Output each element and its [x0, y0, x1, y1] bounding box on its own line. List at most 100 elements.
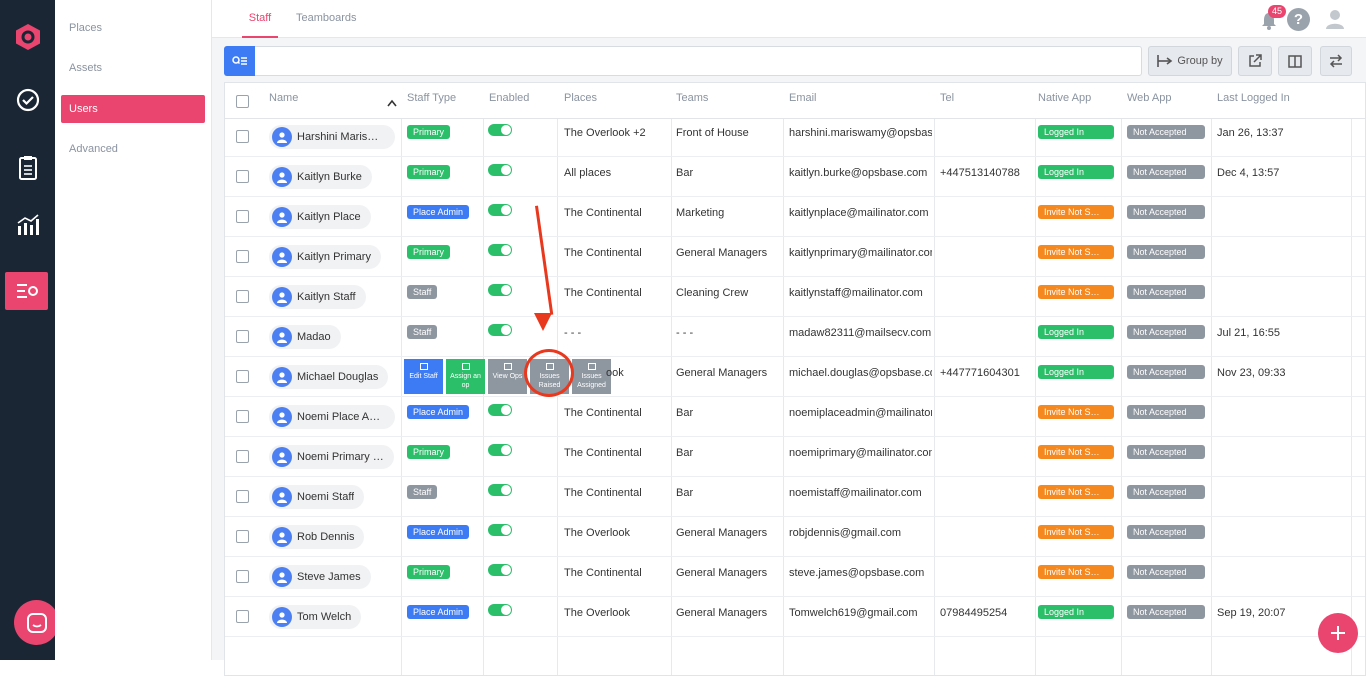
- table-row[interactable]: Noemi Place Ad… Place Admin The Continenta…: [225, 397, 1365, 437]
- table-row[interactable]: Harshini Marisw… Primary The Overlook +2 Fr…: [225, 117, 1365, 157]
- action-icon: [461, 363, 470, 370]
- enabled-toggle[interactable]: [488, 524, 512, 536]
- analytics-icon[interactable]: [0, 205, 55, 245]
- enabled-toggle[interactable]: [488, 444, 512, 456]
- tab-staff[interactable]: Staff: [242, 0, 278, 38]
- check-circle-icon[interactable]: [0, 80, 55, 120]
- sort-ascending-icon[interactable]: [387, 94, 397, 112]
- enabled-toggle[interactable]: [488, 244, 512, 256]
- row-checkbox[interactable]: [236, 530, 249, 543]
- row-checkbox[interactable]: [236, 130, 249, 143]
- row-action-edit-staff-button[interactable]: Edit Staff: [404, 359, 443, 394]
- search-input[interactable]: [261, 51, 1131, 71]
- table-row[interactable]: Rob Dennis Place Admin The Overlook General…: [225, 517, 1365, 557]
- row-checkbox[interactable]: [236, 210, 249, 223]
- enabled-toggle[interactable]: [488, 604, 512, 616]
- staff-name-chip[interactable]: Tom Welch: [269, 605, 362, 629]
- columns-button[interactable]: [1278, 46, 1312, 76]
- staff-type-badge: Place Admin: [407, 205, 470, 219]
- table-row[interactable]: Kaitlyn Staff Staff The Continental Cleanin…: [225, 277, 1365, 317]
- user-profile-icon[interactable]: [1325, 9, 1345, 34]
- table-row[interactable]: Noemi Primary … Primary The Continental Bar…: [225, 437, 1365, 477]
- chat-launcher-button[interactable]: [14, 600, 59, 645]
- table-header: Name Staff Type Enabled Places Teams Ema…: [225, 83, 1365, 119]
- web-app-status: Not Accepted: [1127, 525, 1205, 539]
- column-header-name[interactable]: Name: [269, 83, 298, 113]
- staff-name-chip[interactable]: Kaitlyn Primary: [269, 245, 381, 269]
- row-checkbox[interactable]: [236, 490, 249, 503]
- row-checkbox[interactable]: [236, 330, 249, 343]
- select-all-checkbox[interactable]: [236, 95, 249, 108]
- avatar: [272, 487, 292, 507]
- enabled-toggle[interactable]: [488, 484, 512, 496]
- row-checkbox[interactable]: [236, 250, 249, 263]
- nav-item-assets[interactable]: Assets: [61, 54, 205, 82]
- table-row[interactable]: Noemi Staff Staff The Continental Bar noemis…: [225, 477, 1365, 517]
- row-checkbox[interactable]: [236, 610, 249, 623]
- staff-name-chip[interactable]: Noemi Staff: [269, 485, 365, 509]
- table-row[interactable]: Kaitlyn Place Place Admin The Continental M…: [225, 197, 1365, 237]
- staff-type-badge: Place Admin: [407, 525, 470, 539]
- enabled-toggle[interactable]: [488, 564, 512, 576]
- staff-name: Noemi Place Ad…: [297, 411, 385, 423]
- column-header-web-app[interactable]: Web App: [1127, 83, 1171, 113]
- table-row[interactable]: Kaitlyn Primary Primary The Continental Gen…: [225, 237, 1365, 277]
- row-action-assign-an-op-button[interactable]: Assign an op: [446, 359, 485, 394]
- staff-name-chip[interactable]: Rob Dennis: [269, 525, 365, 549]
- row-checkbox[interactable]: [236, 570, 249, 583]
- enabled-toggle[interactable]: [488, 404, 512, 416]
- clipboard-icon[interactable]: [0, 148, 55, 188]
- staff-name-chip[interactable]: Kaitlyn Place: [269, 205, 371, 229]
- enabled-toggle[interactable]: [488, 124, 512, 136]
- enabled-toggle[interactable]: [488, 324, 512, 336]
- table-row[interactable]: Kaitlyn Burke Primary All places Bar kaitlyn…: [225, 157, 1365, 197]
- user-icon: [277, 252, 287, 263]
- column-header-staff-type[interactable]: Staff Type: [407, 83, 456, 113]
- column-header-teams[interactable]: Teams: [676, 83, 708, 113]
- staff-name-chip[interactable]: Kaitlyn Staff: [269, 285, 366, 309]
- table-row[interactable]: Tom Welch Place Admin The Overlook General …: [225, 597, 1365, 637]
- group-by-button[interactable]: Group by: [1148, 46, 1232, 76]
- row-checkbox[interactable]: [236, 370, 249, 383]
- last-logged-in-cell: Jan 26, 13:37: [1217, 127, 1284, 139]
- staff-name-chip[interactable]: Noemi Primary …: [269, 445, 394, 469]
- filter-search-button[interactable]: [224, 46, 255, 76]
- staff-name-chip[interactable]: Noemi Place Ad…: [269, 405, 395, 429]
- staff-name-chip[interactable]: Kaitlyn Burke: [269, 165, 372, 189]
- staff-name-chip[interactable]: Harshini Marisw…: [269, 125, 395, 149]
- table-row[interactable]: Michael Douglas Edit Staff Assign an op Vie…: [225, 357, 1365, 397]
- staff-name: Madao: [297, 331, 331, 343]
- nav-item-places[interactable]: Places: [61, 14, 205, 42]
- swap-button[interactable]: [1320, 46, 1352, 76]
- settings-icon[interactable]: [5, 272, 48, 310]
- column-header-last-logged-in[interactable]: Last Logged In: [1217, 83, 1290, 113]
- tab-teamboards[interactable]: Teamboards: [296, 0, 357, 38]
- logo-icon[interactable]: [0, 17, 55, 57]
- row-checkbox[interactable]: [236, 450, 249, 463]
- table-row[interactable]: Steve James Primary The Continental General…: [225, 557, 1365, 597]
- nav-item-users[interactable]: Users: [61, 95, 205, 123]
- help-icon[interactable]: ?: [1287, 8, 1310, 31]
- column-header-enabled[interactable]: Enabled: [489, 83, 529, 113]
- row-action-view-ops-button[interactable]: View Ops: [488, 359, 527, 394]
- teams-cell: Bar: [676, 487, 694, 499]
- email-cell: harshini.mariswamy@opsbase.: [789, 127, 932, 139]
- column-header-places[interactable]: Places: [564, 83, 597, 113]
- row-checkbox[interactable]: [236, 290, 249, 303]
- table-row[interactable]: Madao Staff - - - - - - madaw82311@mailsecv.…: [225, 317, 1365, 357]
- staff-name-chip[interactable]: Steve James: [269, 565, 371, 589]
- staff-name-chip[interactable]: Madao: [269, 325, 341, 349]
- search-field[interactable]: [224, 46, 1142, 76]
- column-header-email[interactable]: Email: [789, 83, 817, 113]
- row-checkbox[interactable]: [236, 170, 249, 183]
- add-user-button[interactable]: [1318, 613, 1358, 653]
- export-button[interactable]: [1238, 46, 1272, 76]
- row-checkbox[interactable]: [236, 410, 249, 423]
- column-header-native-app[interactable]: Native App: [1038, 83, 1091, 113]
- column-header-tel[interactable]: Tel: [940, 83, 954, 113]
- staff-name-chip[interactable]: Michael Douglas: [269, 365, 389, 389]
- nav-item-advanced[interactable]: Advanced: [61, 135, 205, 163]
- enabled-toggle[interactable]: [488, 164, 512, 176]
- enabled-toggle[interactable]: [488, 204, 512, 216]
- enabled-toggle[interactable]: [488, 284, 512, 296]
